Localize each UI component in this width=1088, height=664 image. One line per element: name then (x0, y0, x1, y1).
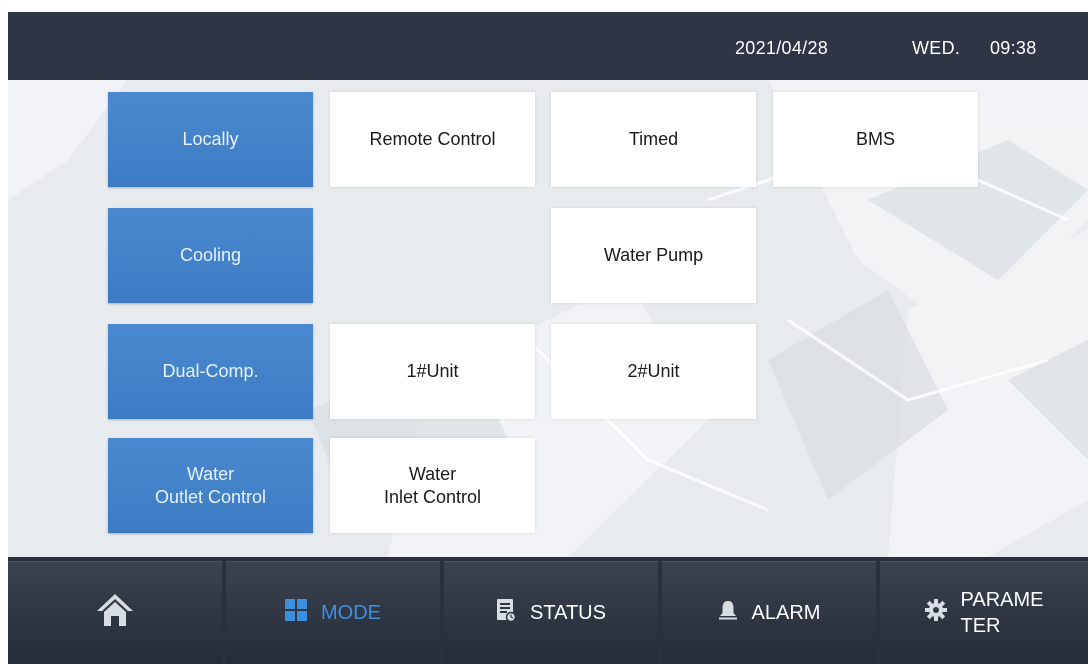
nav-parameter-label: PARAME TER (960, 589, 1044, 637)
mode-panel: Locally Remote Control Timed BMS Cooling… (8, 80, 1088, 557)
header-bar: 2021/04/28 WED. 09:38 (8, 12, 1088, 80)
mode-timed-button[interactable]: Timed (551, 92, 756, 187)
nav-mode-tab[interactable]: MODE (226, 561, 440, 664)
mode-unit-2-button[interactable]: 2#Unit (551, 324, 756, 419)
weekday-display: WED. (912, 38, 961, 58)
nav-parameter-tab[interactable]: PARAME TER (880, 561, 1088, 664)
mode-bms-button[interactable]: BMS (773, 92, 978, 187)
nav-status-tab[interactable]: STATUS (444, 561, 658, 664)
mode-unit-1-button[interactable]: 1#Unit (330, 324, 535, 419)
bottom-nav: MODE STATUS ALARM PARAME TER (8, 557, 1088, 664)
hmi-screen: 2021/04/28 WED. 09:38 Locally Remote Con… (8, 12, 1088, 664)
nav-home-button[interactable] (8, 561, 222, 664)
date-display: 2021/04/28 (735, 38, 829, 58)
bell-icon (718, 599, 738, 627)
mode-locally-button[interactable]: Locally (108, 92, 313, 187)
mode-cooling-button[interactable]: Cooling (108, 208, 313, 303)
mode-water-inlet-control-button[interactable]: Water Inlet Control (330, 438, 535, 533)
nav-status-label: STATUS (530, 601, 606, 624)
clipboard-icon (496, 598, 517, 628)
nav-mode-label: MODE (321, 601, 381, 624)
time-display: 09:38 (990, 38, 1037, 58)
nav-alarm-label: ALARM (751, 601, 821, 624)
home-icon (95, 592, 135, 634)
grid-icon (285, 599, 307, 627)
mode-water-outlet-control-button[interactable]: Water Outlet Control (108, 438, 313, 533)
mode-dual-comp-button[interactable]: Dual-Comp. (108, 324, 313, 419)
gear-icon (924, 599, 947, 627)
nav-alarm-tab[interactable]: ALARM (662, 561, 876, 664)
mode-remote-control-button[interactable]: Remote Control (330, 92, 535, 187)
mode-water-pump-button[interactable]: Water Pump (551, 208, 756, 303)
